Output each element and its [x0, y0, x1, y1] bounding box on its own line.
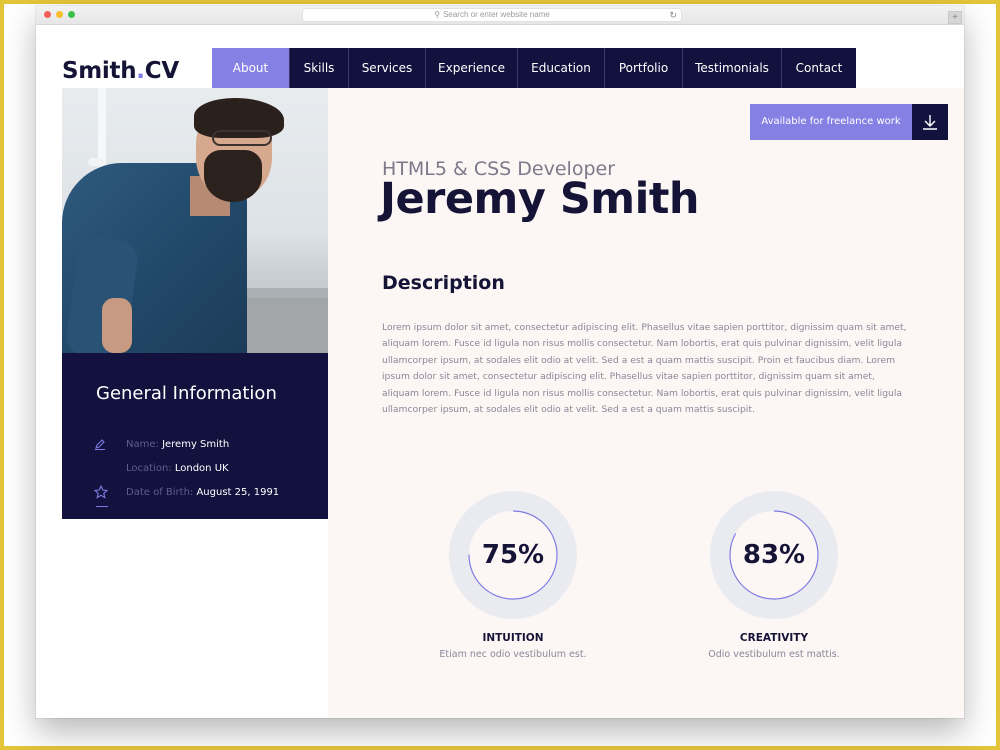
skill-description: Odio vestibulum est mattis. [708, 649, 840, 660]
profile-photo [62, 88, 328, 353]
minimize-window-button[interactable] [56, 11, 63, 18]
info-row-name: Name: Jeremy Smith [126, 439, 229, 450]
maximize-window-button[interactable] [68, 11, 75, 18]
site-logo[interactable]: Smith.CV [62, 58, 179, 84]
magnifier-icon: ⚲ [434, 10, 441, 19]
skill-percent: 83% [742, 540, 806, 570]
info-label: Date of Birth: [126, 487, 194, 498]
address-bar[interactable]: ⚲ Search or enter website name ↻ [302, 8, 682, 22]
address-bar-placeholder: Search or enter website name [443, 10, 550, 19]
divider [96, 506, 108, 507]
logo-suffix: CV [144, 58, 179, 84]
general-information-card: General Information Name: Jeremy Smith L… [62, 353, 328, 519]
info-label: Name: [126, 439, 159, 450]
nav-item-portfolio[interactable]: Portfolio [605, 48, 683, 88]
browser-toolbar: ⚲ Search or enter website name ↻ + [36, 6, 964, 25]
nav-item-services[interactable]: Services [349, 48, 426, 88]
skill-ring: 83% [709, 490, 839, 620]
info-row-location: Location: London UK [126, 463, 229, 474]
pencil-icon [94, 438, 106, 452]
nav-item-testimonials[interactable]: Testimonials [683, 48, 782, 88]
skill-creativity: 83% CREATIVITY Odio vestibulum est matti… [684, 490, 864, 660]
nav-item-contact[interactable]: Contact [782, 48, 856, 88]
logo-text: Smith [62, 58, 137, 84]
skill-name: INTUITION [482, 632, 544, 644]
close-window-button[interactable] [44, 11, 51, 18]
main-nav: About Skills Services Experience Educati… [212, 48, 856, 88]
new-tab-button[interactable]: + [948, 11, 962, 24]
reload-icon[interactable]: ↻ [669, 9, 677, 21]
download-icon[interactable] [912, 104, 948, 140]
freelance-button[interactable]: Available for freelance work [750, 104, 948, 140]
description-text: Lorem ipsum dolor sit amet, consectetur … [382, 322, 907, 416]
nav-item-skills[interactable]: Skills [290, 48, 349, 88]
browser-window: ⚲ Search or enter website name ↻ + Smith.… [36, 6, 964, 718]
page: Smith.CV About Skills Services Experienc… [36, 26, 964, 718]
person-name: Jeremy Smith [380, 174, 700, 224]
skill-intuition: 75% INTUITION Etiam nec odio vestibulum … [423, 490, 603, 660]
nav-item-experience[interactable]: Experience [426, 48, 518, 88]
star-icon [93, 484, 109, 501]
skill-ring: 75% [448, 490, 578, 620]
skill-name: CREATIVITY [739, 632, 809, 644]
logo-dot: . [136, 58, 145, 84]
info-value: August 25, 1991 [196, 487, 280, 498]
skill-description: Etiam nec odio vestibulum est. [439, 649, 587, 660]
nav-item-about[interactable]: About [212, 48, 290, 88]
info-label: Location: [126, 463, 172, 474]
skill-percent: 75% [481, 540, 545, 570]
nav-item-education[interactable]: Education [518, 48, 605, 88]
info-row-dob: Date of Birth: August 25, 1991 [126, 487, 279, 498]
general-information-title: General Information [96, 383, 277, 404]
description-heading: Description [382, 272, 505, 294]
info-value: Jeremy Smith [162, 439, 230, 450]
info-value: London UK [174, 463, 229, 474]
freelance-label[interactable]: Available for freelance work [750, 104, 912, 140]
